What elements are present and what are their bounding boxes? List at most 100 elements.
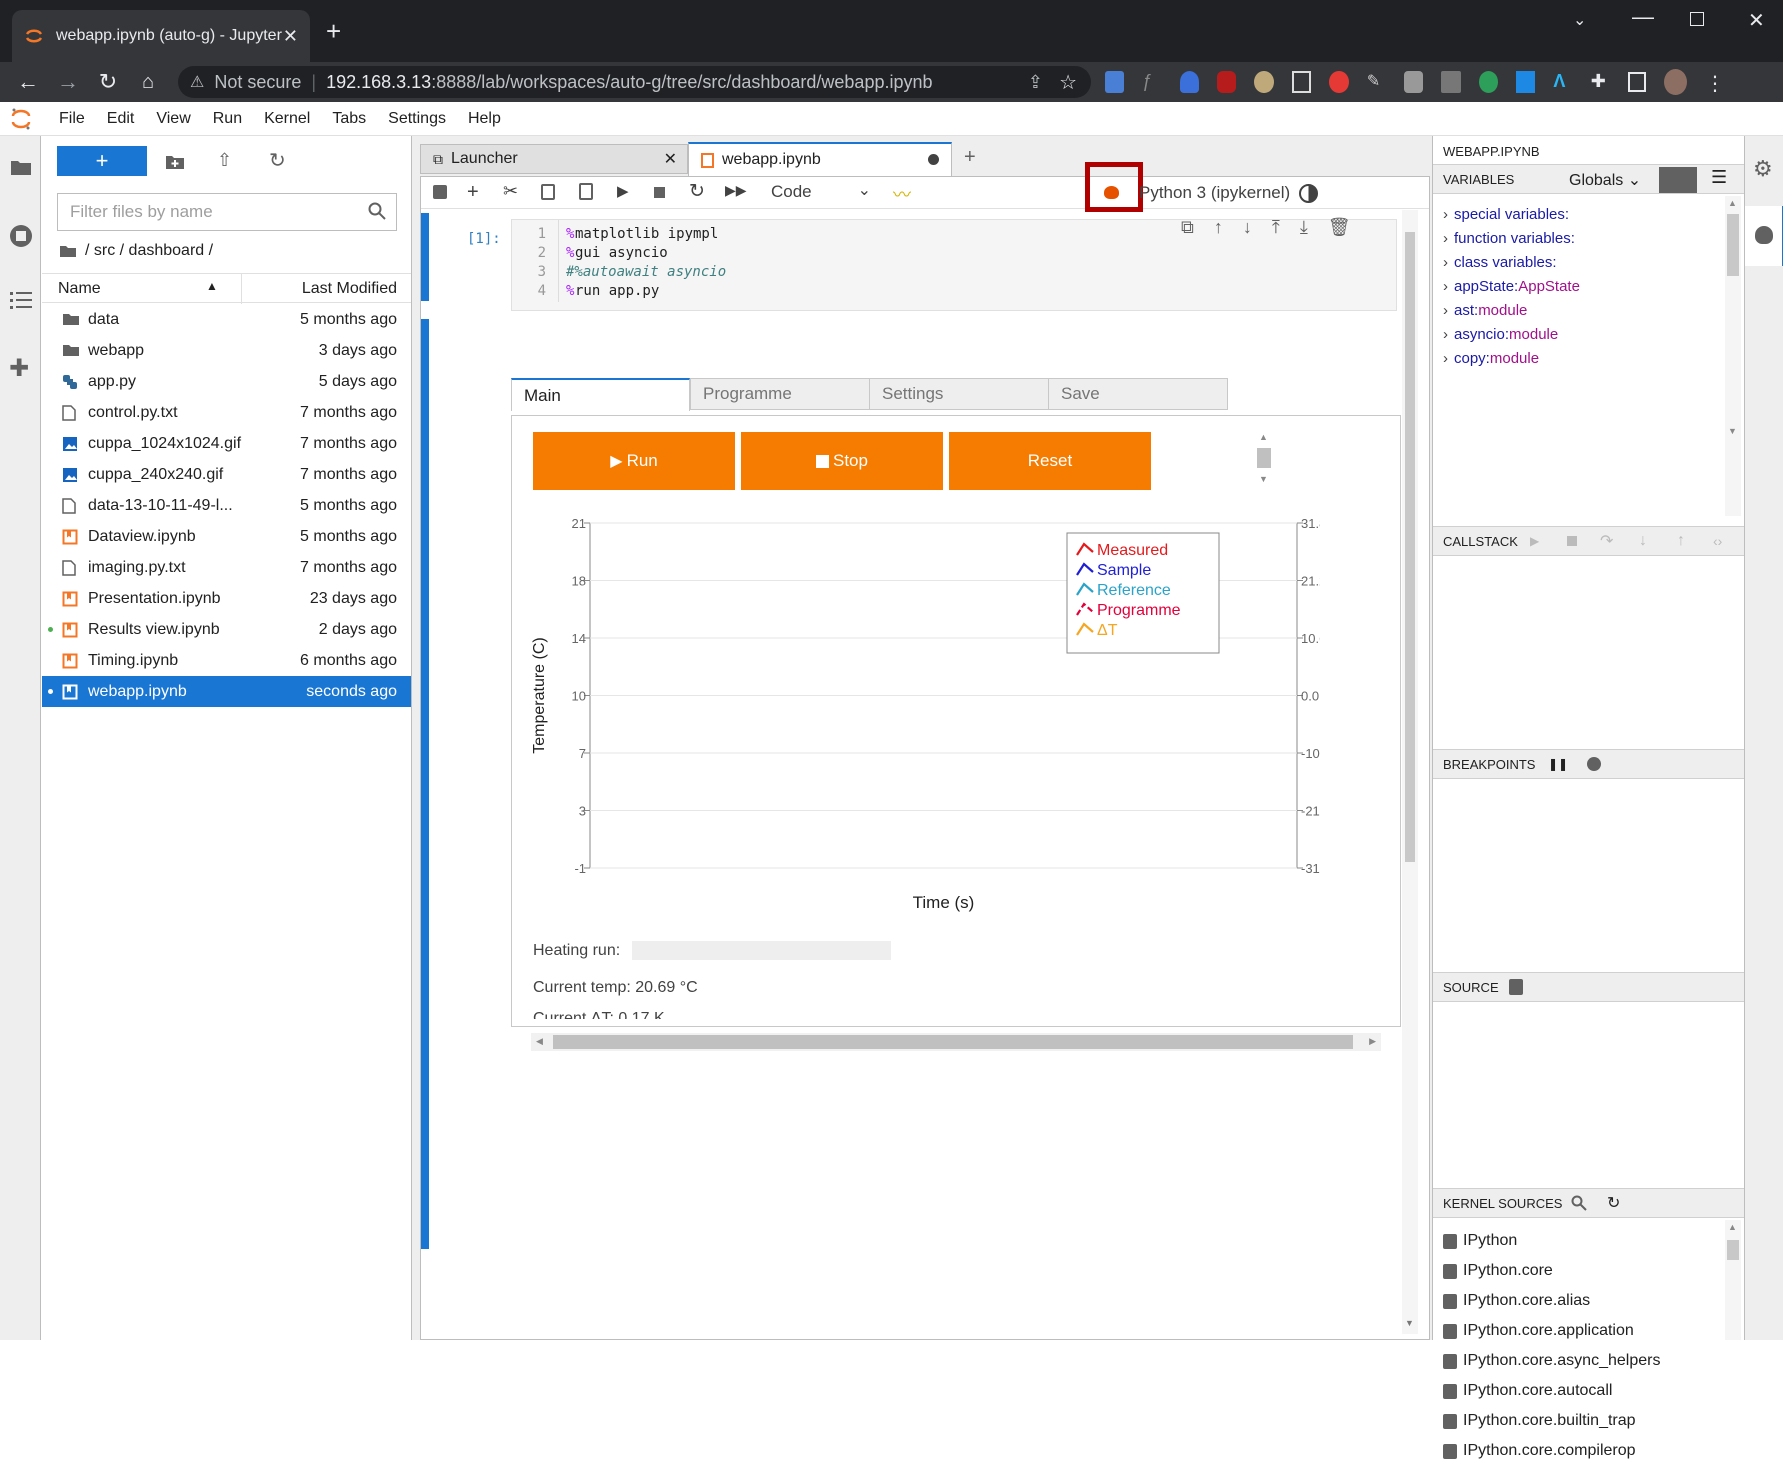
puzzle-ext-icon[interactable]: ✚ (1591, 71, 1610, 93)
script-ext-icon[interactable]: ƒ (1142, 71, 1161, 93)
menu-run[interactable]: Run (202, 110, 253, 128)
interrupt-icon[interactable] (654, 187, 665, 198)
forward-icon[interactable]: → (56, 69, 80, 94)
continue-icon[interactable]: ▶ (1530, 534, 1539, 548)
variable-item[interactable]: › asyncio:module (1443, 326, 1558, 343)
tree-view-icon[interactable] (1659, 167, 1697, 193)
vars-scroll-thumb[interactable] (1727, 214, 1739, 276)
remove-breakpoints-icon[interactable] (1587, 757, 1601, 771)
running-icon[interactable] (9, 224, 33, 248)
filter-field[interactable]: Filter files by name (57, 193, 397, 231)
step-out-icon[interactable]: ↑ (1677, 532, 1685, 550)
move-down-icon[interactable]: ↓ (1243, 217, 1252, 243)
menu-edit[interactable]: Edit (96, 110, 146, 128)
file-row[interactable]: data 5 months ago (42, 304, 411, 335)
cut-icon[interactable]: ✂ (503, 181, 518, 202)
cell-type-select[interactable]: Code ⌄ (771, 182, 871, 202)
filter-sources-icon[interactable] (1571, 1195, 1587, 1211)
variable-item[interactable]: › copy:module (1443, 350, 1539, 366)
kernel-source-item[interactable]: IPython.core.autocall (1443, 1382, 1612, 1400)
window-ext-icon[interactable] (1291, 71, 1312, 93)
menu-view[interactable]: View (145, 110, 201, 128)
toc-icon[interactable] (10, 291, 32, 309)
kernel-source-item[interactable]: IPython (1443, 1232, 1517, 1250)
variable-item[interactable]: › function variables: (1443, 230, 1575, 247)
file-row[interactable]: data-13-10-11-49-l... 5 months ago (42, 490, 411, 521)
file-row[interactable]: Dataview.ipynb 5 months ago (42, 521, 411, 552)
close-tab-icon[interactable]: ✕ (283, 26, 298, 47)
scroll-right-icon[interactable]: ▶ (1369, 1036, 1376, 1047)
kernel-name[interactable]: Python 3 (ipykernel) (1139, 183, 1290, 203)
upload-icon[interactable]: ⇧ (217, 150, 232, 171)
paste-icon[interactable] (579, 183, 593, 200)
refresh-icon[interactable]: ↻ (269, 148, 286, 173)
source-view-icon[interactable]: ‹› (1713, 533, 1722, 549)
stop-button[interactable]: Stop (741, 432, 943, 490)
tab-launcher[interactable]: ⧉ Launcher ✕ (420, 144, 688, 174)
scroll-left-icon[interactable]: ◀ (536, 1036, 543, 1047)
file-row[interactable]: control.py.txt 7 months ago (42, 397, 411, 428)
variable-item[interactable]: › special variables: (1443, 206, 1569, 223)
vars-scroll-down-icon[interactable]: ▼ (1728, 426, 1737, 436)
run-all-icon[interactable]: ▶▶ (725, 182, 747, 199)
feather-ext-icon[interactable]: ✎ (1367, 71, 1386, 93)
col-modified-header[interactable]: Last Modified (302, 280, 397, 298)
browser-tab[interactable]: webapp.ipynb (auto-g) - JupyterL ✕ (12, 10, 310, 62)
file-row[interactable]: app.py 5 days ago (42, 366, 411, 397)
close-window-icon[interactable]: ✕ (1748, 8, 1765, 33)
file-row[interactable]: webapp.ipynb seconds ago (42, 676, 411, 707)
debugger-tab[interactable] (1745, 206, 1783, 266)
home-icon[interactable]: ⌂ (136, 70, 160, 94)
step-over-icon[interactable]: ↷ (1600, 531, 1613, 551)
menu-kernel[interactable]: Kernel (253, 110, 321, 128)
menu-tabs[interactable]: Tabs (321, 110, 377, 128)
scope-select[interactable]: Globals ⌄ (1569, 170, 1641, 190)
kernel-source-item[interactable]: IPython.core.application (1443, 1322, 1634, 1340)
menu-help[interactable]: Help (457, 110, 512, 128)
file-row[interactable]: Timing.ipynb 6 months ago (42, 645, 411, 676)
menu-settings[interactable]: Settings (377, 110, 457, 128)
move-up-icon[interactable]: ↑ (1214, 217, 1223, 243)
git-diff-icon[interactable]: 〰 (893, 181, 911, 207)
buttons-scrollbar[interactable]: ▲ ▼ (1255, 432, 1273, 490)
dirty-indicator-icon[interactable] (928, 154, 939, 165)
pause-on-exceptions-icon[interactable]: ❚❚ (1548, 757, 1568, 771)
hscroll-thumb[interactable] (553, 1035, 1353, 1049)
col-name-header[interactable]: Name (58, 280, 101, 298)
profile-avatar[interactable] (1664, 69, 1687, 95)
open-source-icon[interactable] (1509, 979, 1523, 995)
bookmark-star-icon[interactable]: ☆ (1059, 70, 1077, 95)
ks-scroll-up-icon[interactable]: ▲ (1728, 1222, 1737, 1232)
add-tab-icon[interactable]: + (964, 146, 976, 169)
vars-scroll-up-icon[interactable]: ▲ (1728, 198, 1737, 208)
badge-ext-icon[interactable] (1404, 71, 1424, 93)
new-launcher-button[interactable]: + (57, 146, 147, 176)
run-cell-icon[interactable]: ▶ (617, 182, 629, 200)
folder-home-icon[interactable] (59, 244, 77, 258)
insert-cell-icon[interactable]: + (467, 181, 479, 204)
extension-puzzle-icon[interactable]: ✚ (9, 354, 29, 383)
trash-ext-icon[interactable] (1441, 71, 1461, 93)
widget-tab-programme[interactable]: Programme (690, 378, 870, 410)
insert-above-icon[interactable]: ⤒ (1272, 217, 1280, 243)
ublock-ext-icon[interactable] (1216, 71, 1237, 93)
kernel-source-item[interactable]: IPython.core.builtin_trap (1443, 1412, 1636, 1430)
run-button[interactable]: ▶ Run (533, 432, 735, 490)
file-row[interactable]: Presentation.ipynb 23 days ago (42, 583, 411, 614)
breadcrumb-path[interactable]: / src / dashboard / (85, 242, 213, 260)
reset-button[interactable]: Reset (949, 432, 1151, 490)
widget-tab-main[interactable]: Main (511, 378, 690, 411)
scroll-down-icon[interactable]: ▼ (1259, 474, 1268, 484)
folder-icon[interactable] (10, 158, 32, 176)
property-inspector-icon[interactable]: ⚙ (1753, 156, 1773, 182)
variable-item[interactable]: › ast:module (1443, 302, 1527, 319)
file-row[interactable]: webapp 3 days ago (42, 335, 411, 366)
close-launcher-icon[interactable]: ✕ (664, 149, 677, 169)
address-bar[interactable]: ⚠ Not secure | 192.168.3.13 :8888/lab/wo… (178, 66, 1091, 98)
kernel-source-item[interactable]: IPython.core.async_helpers (1443, 1352, 1660, 1370)
kernel-source-item[interactable]: IPython.core (1443, 1262, 1553, 1280)
scroll-thumb[interactable] (1257, 448, 1271, 468)
insert-below-icon[interactable]: ⤓ (1300, 217, 1308, 243)
new-tab-button[interactable]: + (326, 16, 341, 47)
notebook-vscrollbar[interactable]: ▼ (1402, 210, 1418, 1334)
